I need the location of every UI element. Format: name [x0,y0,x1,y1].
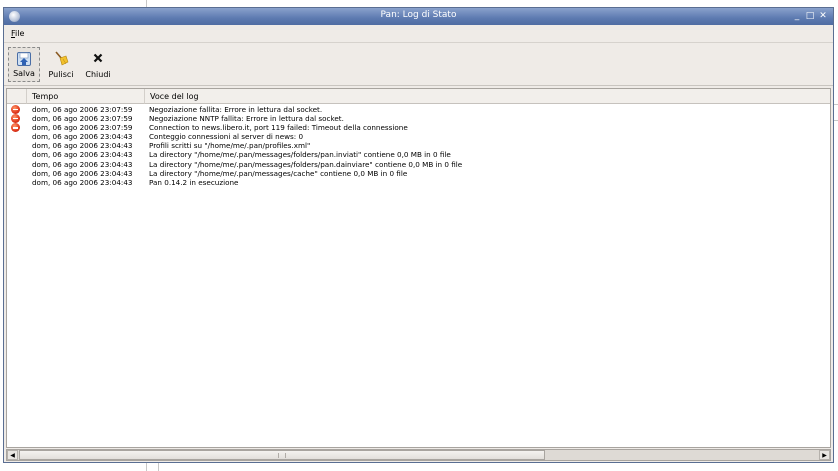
menu-file[interactable]: File [11,29,24,38]
log-row[interactable]: dom, 06 ago 2006 23:04:43 La directory "/… [7,150,830,159]
close-button[interactable]: Chiudi [81,47,115,82]
log-time: dom, 06 ago 2006 23:07:59 [32,114,133,124]
menu-bar: File [4,25,833,43]
log-time: dom, 06 ago 2006 23:04:43 [32,177,133,187]
column-header-icon[interactable] [7,89,27,104]
menu-file-label: ile [15,29,25,38]
minimize-icon[interactable]: _ [792,10,802,22]
log-row[interactable]: dom, 06 ago 2006 23:04:43 La directory "/… [7,169,830,178]
log-message: Connection to news.libero.it, port 119 f… [149,123,408,133]
horizontal-scrollbar[interactable]: ◀ ▶ [6,449,831,461]
close-icon[interactable]: ✕ [818,10,828,22]
log-row[interactable]: dom, 06 ago 2006 23:04:43 Profili scritti… [7,141,830,150]
scrollbar-thumb[interactable] [19,450,545,460]
log-row[interactable]: dom, 06 ago 2006 23:07:59 Negoziazione fa… [7,105,830,114]
log-row[interactable]: dom, 06 ago 2006 23:04:43 La directory "/… [7,160,830,169]
error-icon [11,123,20,133]
toolbar: Salva Pulisci Chiudi [4,44,833,86]
log-message: Profili scritti su "/home/me/.pan/profil… [149,141,311,151]
log-row[interactable]: dom, 06 ago 2006 23:04:43 Pan 0.14.2 in e… [7,178,830,187]
scroll-right-icon[interactable]: ▶ [819,450,830,460]
log-list[interactable]: Tempo Voce del log dom, 06 ago 2006 23:0… [6,88,831,448]
maximize-icon[interactable]: □ [805,10,815,22]
log-message: La directory "/home/me/.pan/messages/cac… [149,168,408,178]
column-header-entry[interactable]: Voce del log [145,89,830,104]
log-message: La directory "/home/me/.pan/messages/fol… [149,150,451,160]
save-button[interactable]: Salva [8,47,40,82]
close-button-label: Chiudi [85,70,111,79]
log-time: dom, 06 ago 2006 23:07:59 [32,105,133,114]
log-time: dom, 06 ago 2006 23:04:43 [32,168,133,178]
log-time: dom, 06 ago 2006 23:04:43 [32,132,133,142]
log-message: Pan 0.14.2 in esecuzione [149,177,239,187]
log-message: Negoziazione NNTP fallita: Errore in let… [149,114,344,124]
column-header-time[interactable]: Tempo [27,89,145,104]
scroll-left-icon[interactable]: ◀ [7,450,18,460]
log-time: dom, 06 ago 2006 23:04:43 [32,150,133,160]
broom-icon [53,50,69,66]
log-window: Pan: Log di Stato _ □ ✕ File Salva Pulis… [3,7,834,463]
log-rows: dom, 06 ago 2006 23:07:59 Negoziazione fa… [7,105,830,187]
window-title: Pan: Log di Stato [380,10,457,20]
title-bar[interactable]: Pan: Log di Stato _ □ ✕ [4,8,833,25]
log-time: dom, 06 ago 2006 23:04:43 [32,141,133,151]
log-row[interactable]: dom, 06 ago 2006 23:04:43 Conteggio conne… [7,132,830,141]
log-message: Negoziazione fallita: Errore in lettura … [149,105,323,114]
clear-button[interactable]: Pulisci [44,47,78,82]
log-message: Conteggio connessioni al server di news:… [149,132,304,142]
clear-button-label: Pulisci [48,70,74,79]
save-button-label: Salva [13,69,35,78]
error-icon [11,105,20,114]
error-icon [11,114,20,124]
save-icon [16,51,32,67]
log-row[interactable]: dom, 06 ago 2006 23:07:59 Negoziazione NN… [7,114,830,124]
log-message: La directory "/home/me/.pan/messages/fol… [149,159,463,169]
log-time: dom, 06 ago 2006 23:04:43 [32,159,133,169]
log-time: dom, 06 ago 2006 23:07:59 [32,123,133,133]
x-icon [90,50,106,66]
log-row[interactable]: dom, 06 ago 2006 23:07:59 Connection to n… [7,123,830,133]
